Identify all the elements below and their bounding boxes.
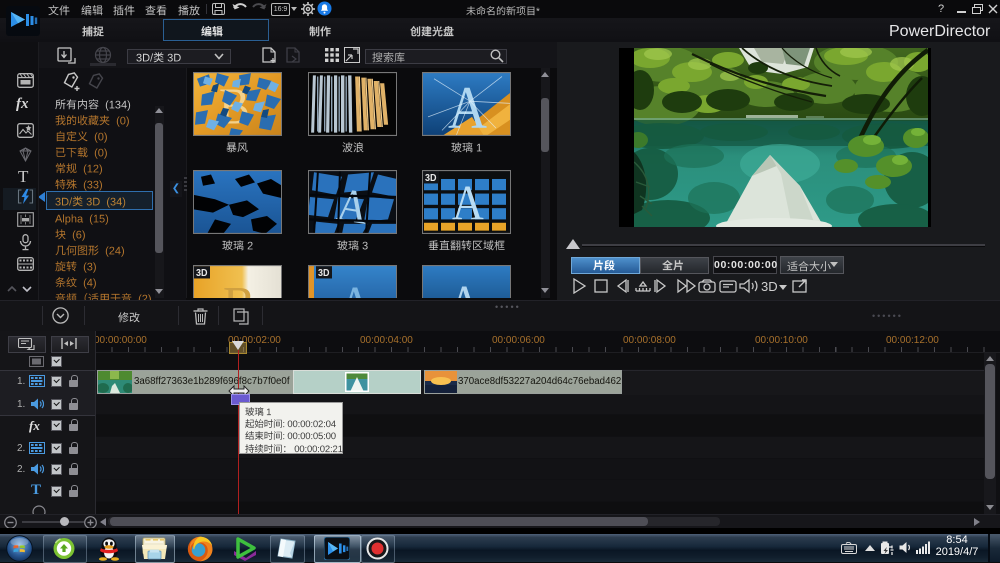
svg-text:A: A (448, 75, 488, 136)
svg-text:3D: 3D (425, 173, 437, 185)
svg-text:A: A (452, 176, 484, 231)
svg-text:A: A (338, 277, 373, 298)
svg-text:3D: 3D (761, 279, 778, 294)
svg-text:A: A (448, 275, 481, 298)
svg-text:B: B (223, 277, 255, 298)
svg-text:3D: 3D (318, 268, 330, 280)
svg-text:3D: 3D (196, 268, 208, 280)
